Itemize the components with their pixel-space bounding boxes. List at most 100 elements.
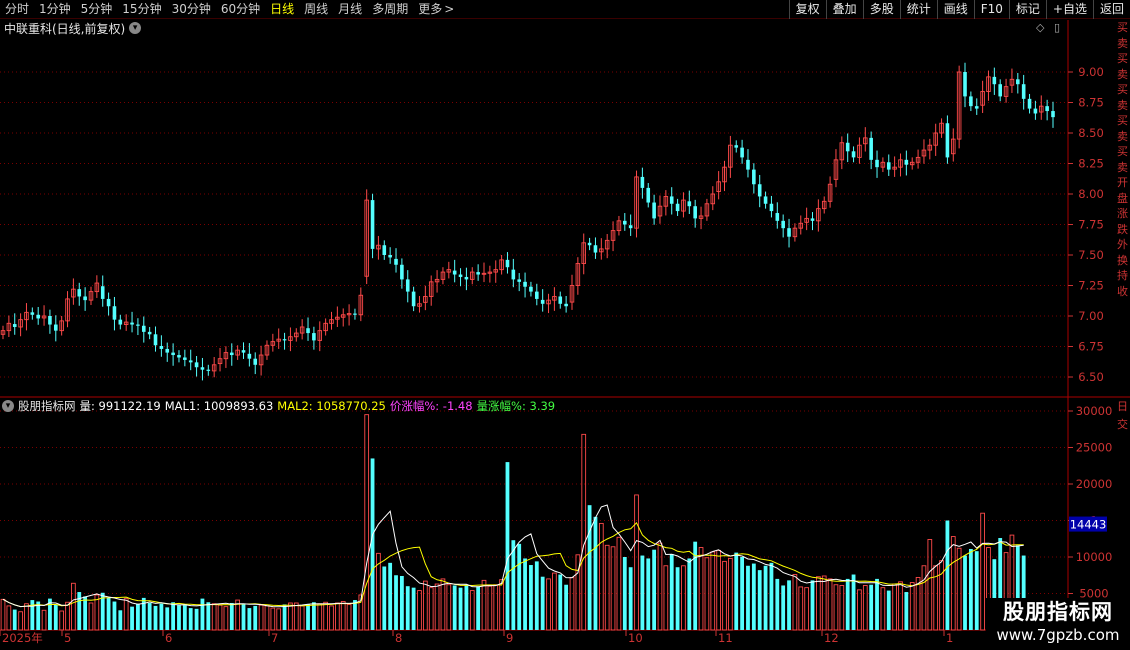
- mal1-label: MAL1: 1009893.63: [164, 399, 274, 413]
- candle-body: [177, 355, 181, 358]
- volume-bar: [12, 609, 17, 630]
- volume-bar: [517, 543, 522, 630]
- candle-body: [1033, 108, 1038, 114]
- volume-bar: [564, 584, 569, 630]
- right-strip-char: 买: [1117, 52, 1128, 65]
- volume-bar: [904, 592, 909, 630]
- right-strip-char: 卖: [1117, 67, 1128, 81]
- volume-bar: [217, 604, 223, 631]
- candle-body: [194, 362, 199, 368]
- volume-bar: [558, 574, 563, 630]
- x-tick-label: 9: [506, 631, 513, 645]
- right-strip-char: 外: [1117, 238, 1128, 251]
- volume-bar: [106, 597, 111, 630]
- volume-bar: [293, 602, 299, 631]
- candle-body: [1016, 79, 1020, 85]
- price-volume-chart[interactable]: 9.00 8.75 8.50 8.25 8.00 7.75 7.50 7.25 7.00 6.75…: [0, 0, 1130, 650]
- volume-bar: [136, 603, 140, 630]
- right-strip-char: 卖: [1117, 129, 1128, 143]
- volume-bar: [364, 414, 370, 631]
- volume-change-label: 量涨幅%: 3.39: [476, 399, 556, 413]
- volume-bar: [188, 608, 193, 630]
- candle-body: [400, 264, 404, 280]
- volume-bar: [499, 579, 504, 631]
- candle-body: [775, 213, 780, 221]
- volume-bar: [634, 494, 639, 631]
- price-tick-label: 8.75: [1078, 96, 1104, 110]
- mal2-label: MAL2: 1058770.25: [277, 399, 386, 413]
- price-tick-label: 6.50: [1078, 370, 1104, 384]
- right-strip-char: 买: [1117, 21, 1128, 34]
- volume-bar: [399, 575, 404, 630]
- volume-bar: [757, 570, 762, 630]
- x-tick-label: 11: [718, 631, 733, 645]
- volume-bar: [440, 578, 446, 631]
- right-strip-char: 跌: [1117, 222, 1128, 236]
- volume-bar: [698, 547, 704, 631]
- volume-bar: [458, 587, 463, 630]
- volume-bar: [481, 579, 487, 631]
- volume-bar: [211, 603, 217, 631]
- volume-bar: [270, 607, 276, 631]
- candle-body: [740, 147, 744, 158]
- price-tick-label: 9.00: [1078, 65, 1104, 79]
- volume-bar: [153, 605, 158, 630]
- chevron-down-icon[interactable]: ▾: [2, 400, 14, 412]
- volume-bar: [915, 576, 921, 631]
- volume-bar: [340, 601, 346, 631]
- x-tick-label: 1: [946, 631, 953, 645]
- volume-bar: [165, 607, 170, 630]
- volume-bar: [65, 601, 70, 631]
- volume-bar: [382, 566, 387, 630]
- candle-body: [511, 269, 516, 280]
- candle-body: [118, 319, 123, 325]
- volume-bar: [469, 590, 475, 631]
- volume-bar: [229, 602, 234, 630]
- candle-body: [141, 325, 146, 332]
- price-tick-label: 8.50: [1078, 126, 1104, 140]
- volume-bar: [411, 587, 416, 630]
- volume-bar: [921, 565, 927, 631]
- candle-body: [669, 196, 674, 204]
- volume-bar: [869, 584, 874, 630]
- volume-bar: [845, 578, 850, 630]
- right-strip-char: 买: [1117, 114, 1128, 127]
- volume-bar: [299, 605, 305, 631]
- candle-body: [12, 324, 17, 327]
- volume-bar: [493, 584, 499, 631]
- volume-bar: [258, 604, 264, 631]
- right-strip-char: 卖: [1117, 36, 1128, 50]
- stock-chart-app: 分时 1分钟 5分钟 15分钟 30分钟 60分钟 日线 周线 月线 多周期 更多 > 复权 叠加 多股统…: [0, 0, 1130, 650]
- vol-label: 量: 991122.19: [79, 399, 161, 413]
- candle-body: [640, 176, 645, 188]
- volume-bar: [130, 606, 134, 630]
- volume-bar: [323, 601, 328, 631]
- volume-bar: [346, 604, 352, 631]
- candle-body: [734, 145, 739, 148]
- volume-bar: [652, 549, 657, 630]
- volume-bar: [118, 610, 123, 630]
- x-tick-label: 10: [628, 631, 643, 645]
- candle-body: [206, 369, 211, 371]
- candle-body: [687, 201, 692, 207]
- candle-body: [100, 286, 105, 299]
- candle-body: [353, 313, 357, 315]
- volume-tick-label: 25000: [1076, 441, 1113, 455]
- candle-body: [411, 291, 416, 307]
- candle-body: [529, 286, 533, 292]
- volume-bar: [264, 605, 270, 631]
- volume-bar: [950, 536, 956, 631]
- candle-body: [540, 299, 545, 304]
- candle-body: [165, 348, 170, 353]
- x-tick-label: 6: [165, 631, 172, 645]
- right-strip-char: 涨: [1117, 207, 1128, 220]
- candle-body: [452, 270, 457, 275]
- volume-bar: [616, 536, 622, 631]
- candle-body: [159, 346, 164, 349]
- volume-bar: [6, 605, 12, 631]
- volume-bar: [945, 520, 950, 630]
- right-strip-char: 开: [1117, 176, 1128, 189]
- volume-bar: [223, 606, 229, 631]
- candle-body: [746, 159, 750, 170]
- candle-body: [1051, 111, 1055, 118]
